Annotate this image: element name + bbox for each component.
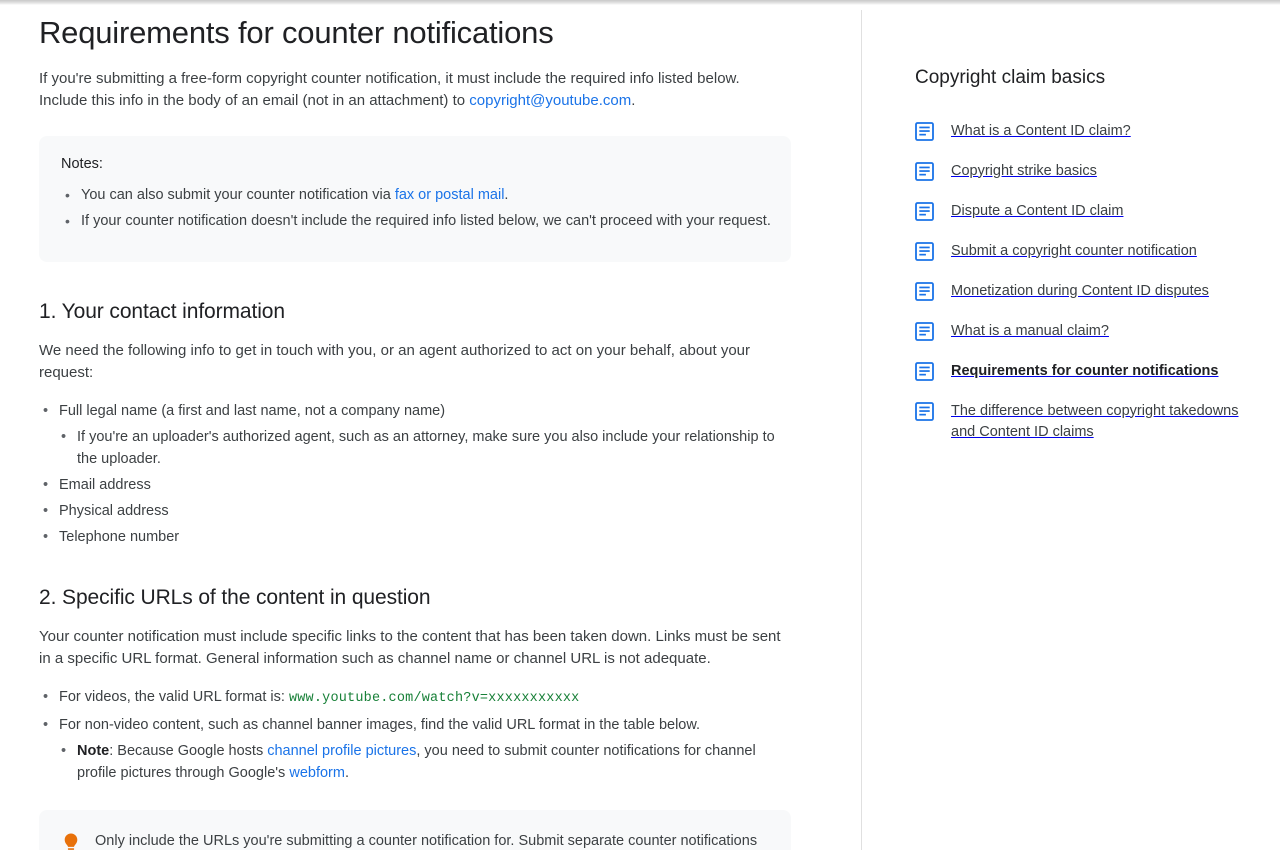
sidebar-title: Copyright claim basics [915,67,1106,88]
sidebar-item-what-is-content-id-claim[interactable]: What is a Content ID claim? [915,113,1240,153]
article-icon [915,241,934,266]
webform-link[interactable]: webform [289,765,345,781]
section-2-paragraph: Your counter notification must include s… [39,628,781,667]
notes-list-item: You can also submit your counter notific… [61,184,771,206]
list-item: Email address [39,474,791,496]
copyright-email-link[interactable]: copyright@youtube.com [469,92,631,109]
section-1-paragraph: We need the following info to get in tou… [39,342,751,381]
sidebar-item-what-is-manual-claim[interactable]: What is a manual claim? [915,313,1240,353]
tip-text: Only include the URLs you're submitting … [95,833,758,849]
sidebar-item-label: The difference between copyright takedow… [951,402,1239,440]
page-columns: Requirements for counter notifications I… [0,5,1280,850]
note-text-post: . [344,765,349,781]
related-articles-sidebar: Copyright claim basics What is a Content… [861,5,1280,450]
sidebar-item-label: Monetization during Content ID disputes [951,282,1209,299]
help-article-page: Requirements for counter notifications I… [0,0,1280,850]
note-label: Note [77,743,110,759]
sidebar-item-label: What is a manual claim? [951,322,1109,339]
intro-text-part2: . [631,92,636,109]
channel-profile-pictures-link[interactable]: channel profile pictures [267,743,416,759]
section-1-list: Full legal name (a first and last name, … [39,400,791,548]
list-item-nested: If you're an uploader's authorized agent… [39,426,791,470]
article-icon [915,161,934,186]
list-item-nested: Note: Because Google hosts channel profi… [39,740,791,784]
list-item: Telephone number [39,526,791,548]
sidebar-item-monetization-during-disputes[interactable]: Monetization during Content ID disputes [915,273,1240,313]
tip-callout-box: Only include the URLs you're submitting … [39,810,791,850]
sidebar-item-copyright-strike-basics[interactable]: Copyright strike basics [915,153,1240,193]
sidebar-item-requirements-counter-notifications[interactable]: Requirements for counter notifications [915,353,1240,393]
notes-title: Notes: [61,156,103,172]
column-divider [861,10,862,850]
section-2-list: For videos, the valid URL format is: www… [39,686,791,784]
list-item: Physical address [39,500,791,522]
note-text-pre: : Because Google hosts [109,743,268,759]
sidebar-item-submit-counter-notification[interactable]: Submit a copyright counter notification [915,233,1240,273]
lightbulb-icon [61,832,81,850]
sidebar-item-label: Dispute a Content ID claim [951,202,1124,219]
section-1-heading: 1. Your contact information [39,300,285,323]
page-title: Requirements for counter notifications [39,15,554,50]
article-icon [915,361,934,386]
sidebar-item-label: Copyright strike basics [951,162,1097,179]
list-item: For videos, the valid URL format is: www… [39,686,791,710]
video-url-label: For videos, the valid URL format is: [59,689,289,705]
sidebar-list: What is a Content ID claim? Copyright st… [915,113,1240,450]
notes-list: You can also submit your counter notific… [61,184,771,232]
video-url-format-code: www.youtube.com/watch?v=xxxxxxxxxxx [288,691,580,706]
notes-list-item: If your counter notification doesn't inc… [61,210,771,232]
intro-paragraph: If you're submitting a free-form copyrig… [39,68,791,112]
list-item: For non-video content, such as channel b… [39,714,791,736]
notes-item1-text-pre: You can also submit your counter notific… [81,187,395,203]
article-main-column: Requirements for counter notifications I… [0,5,862,850]
sidebar-item-dispute-content-id-claim[interactable]: Dispute a Content ID claim [915,193,1240,233]
notes-callout-box: Notes: You can also submit your counter … [39,136,791,262]
article-icon [915,281,934,306]
article-icon [915,401,934,426]
fax-postal-mail-link[interactable]: fax or postal mail [395,187,505,203]
sidebar-item-difference-takedowns-vs-content-id[interactable]: The difference between copyright takedow… [915,393,1240,450]
article-icon [915,201,934,226]
sidebar-item-label: Submit a copyright counter notification [951,242,1197,259]
list-item: Full legal name (a first and last name, … [39,400,791,422]
article-icon [915,121,934,146]
notes-item1-text-post: . [504,187,509,203]
sidebar-item-label: What is a Content ID claim? [951,122,1131,139]
section-2-heading: 2. Specific URLs of the content in quest… [39,586,431,609]
sidebar-item-label: Requirements for counter notifications [951,362,1219,379]
article-icon [915,321,934,346]
